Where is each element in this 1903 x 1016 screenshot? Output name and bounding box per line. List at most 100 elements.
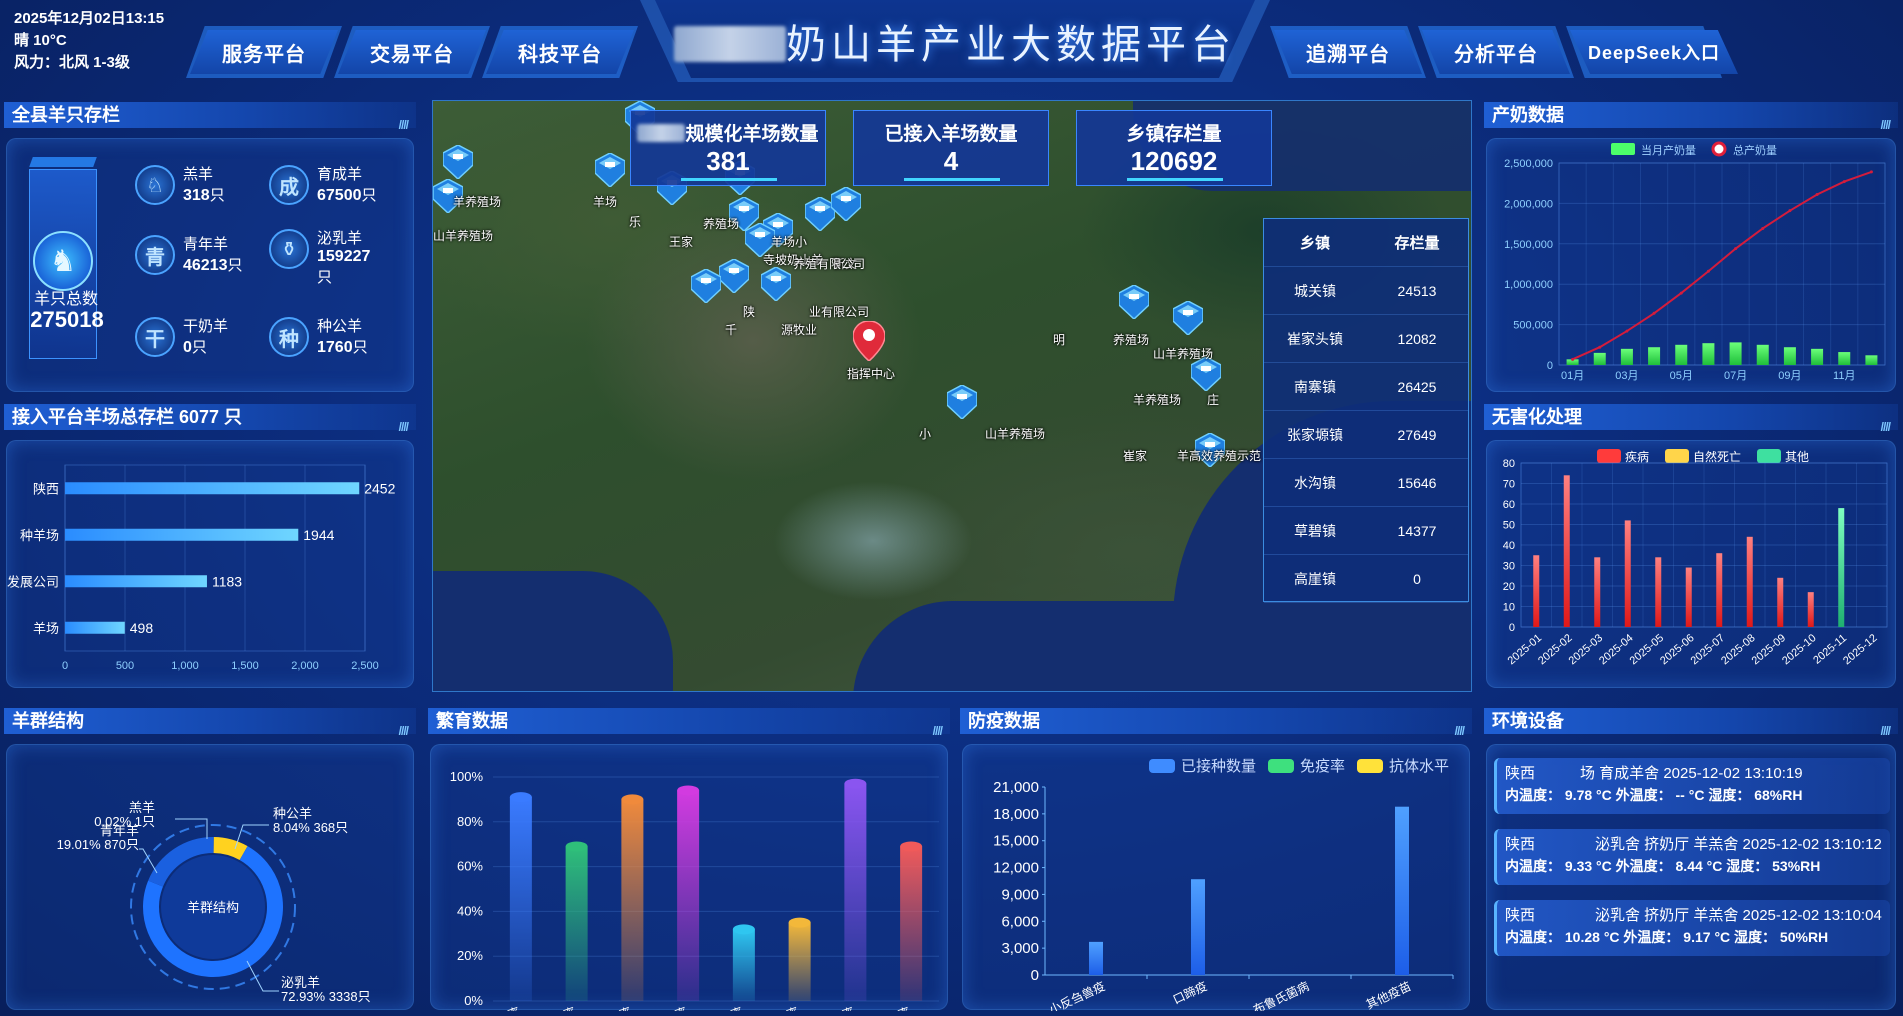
header-info: 2025年12月02日13:15 晴 10°C 风力：北风 1-3级 [14,8,164,74]
milk-total-point [1679,291,1683,295]
milk-total-point [1652,311,1656,315]
table-row[interactable]: 草碧镇 14377 [1264,507,1468,555]
x-category-label: 2025-12 [1841,632,1880,667]
env-device-card[interactable]: 陕西 泌乳舍 挤奶厅 羊羔舍 2025-12-02 13:10:12 内温度： … [1494,829,1890,885]
breeding-bar-cap [677,785,700,796]
breeding-bar [565,846,588,1001]
x-tick-label: 09月 [1778,370,1801,382]
pillar-top [29,157,97,167]
goat-icon: ♞ [33,231,93,291]
stat-label: 规模化羊场数量 [631,119,825,146]
table-cell: 崔家头镇 [1287,330,1343,347]
y-tick-label: 1,500,000 [1504,239,1553,251]
y-tick-label: 80% [457,814,483,829]
farm-bar-value: 2452 [364,480,395,496]
table-cell: 27649 [1397,426,1437,443]
stat-label: 已接入羊场数量 [884,124,1018,145]
stripes-icon: //// [1454,724,1465,738]
page-title-text: 奶山羊产业大数据平台 [786,23,1236,67]
table-row[interactable]: 南寨镇 26425 [1264,363,1468,411]
nav-tech-platform[interactable]: 科技平台 [486,30,634,74]
env-title: 环境设备 //// [1484,708,1898,738]
nav-service-platform[interactable]: 服务平台 [190,30,338,74]
farm-marker-label: 养殖场 [1113,333,1150,347]
milk-panel: 当月产奶量 总产奶量 0 500,000 1,000,000 1,500,000 2,000… [1486,138,1896,392]
stock-unit: 只 [352,339,368,356]
pie-slice-detail: 8.04% 368只 [273,820,348,835]
farm-marker-label: 崔家 [1123,449,1148,463]
sheep-stock-panel: ♞ 羊只总数 275018 ♘ 羔羊 318只 成 育成羊 67500只 青 青… [6,138,414,392]
env-device-card[interactable]: 陕西 泌乳舍 挤奶厅 羊羔舍 2025-12-02 13:10:04 内温度： … [1494,900,1890,956]
y-tick-label: 18,000 [993,806,1039,823]
command-center-pin-icon[interactable] [852,320,886,362]
legend-label: 自然死亡 [1693,449,1741,464]
legend-swatch [1149,759,1175,773]
town-stock-table: 乡镇 存栏量 城关镇 24513 崔家头镇 12082 南寨镇 26425 张家塬镇 27649 水… [1263,218,1469,603]
x-category-label: 率 [673,1004,689,1011]
breeding-title-text: 繁育数据 [436,711,508,731]
x-tick-label: 07月 [1724,370,1747,382]
farm-marker-label: 羊场小 [771,235,808,249]
farm-marker-icon[interactable] [690,268,722,305]
farm-marker-icon[interactable] [1190,356,1222,393]
epidemic-title: 防疫数据 //// [960,708,1472,738]
nav-analysis-platform[interactable]: 分析平台 [1422,30,1570,74]
epidemic-panel: 已接种数量 免疫率 抗体水平 0 3,000 6,000 9,000 12,000 15,000… [962,744,1470,1016]
lamb-icon: ♘ [135,165,175,205]
harmless-bar-chart: 疾病 自然死亡 其他010203040506070802025-012025-022… [1503,449,1888,667]
farm-marker-label: 陕 [743,305,756,319]
y-tick-label: 1,000,000 [1504,279,1553,291]
stock-value: 46213 [183,257,228,274]
milk-total-point [1625,329,1629,333]
farm-marker-icon[interactable] [718,258,750,295]
stat-underline [904,178,1000,181]
platform-farms-panel: 0 500 1,000 1,500 2,000 2,500 2452 陕西 1944 种羊场 118… [6,440,414,688]
table-row[interactable]: 高崖镇 0 [1264,555,1468,603]
farm-marker-label: 羊场 [593,195,618,209]
nav-deepseek-entry[interactable]: DeepSeek入口 [1570,30,1738,74]
milk-total-point [1869,170,1873,174]
epidemic-bar [1191,879,1205,975]
farm-marker-icon[interactable] [442,144,474,181]
table-row[interactable]: 水沟镇 15646 [1264,459,1468,507]
farm-marker-icon[interactable] [830,186,862,223]
env-device-card[interactable]: 陕西 场 育成羊舍 2025-12-02 13:10:19 内温度： 9.78 … [1494,758,1890,814]
sheep-stock-title: 全县羊只存栏 //// [4,102,416,132]
stock-unit: 只 [209,187,225,204]
grower-icon: 成 [269,165,309,205]
table-row[interactable]: 城关镇 24513 [1264,267,1468,315]
breeding-bar [844,783,867,1001]
nav-trace-platform[interactable]: 追溯平台 [1274,30,1422,74]
milk-month-bar [1675,344,1688,365]
flock-structure-panel: 羊群结构 羔羊 0.02% 1只 种公羊 8.04% 368只 青年羊 19.01% 870… [6,744,414,1010]
table-row[interactable]: 崔家头镇 12082 [1264,315,1468,363]
pie-slice-name: 羔羊 [129,800,155,815]
flock-structure-title-text: 羊群结构 [12,711,84,731]
x-tick-label: 1,500 [231,660,259,672]
y-tick-label: 12,000 [993,860,1039,877]
farm-marker-icon[interactable] [1172,300,1204,337]
y-tick-label: 500,000 [1513,320,1553,332]
milk-chart: 当月产奶量 总产奶量 0 500,000 1,000,000 1,500,000 2,000… [1504,141,1886,382]
stripes-icon: //// [1880,420,1891,434]
pie-leader-line [246,960,279,992]
milk-total-point [1815,193,1819,197]
farm-marker-icon[interactable] [594,152,626,189]
farm-marker-icon[interactable] [760,266,792,303]
breeding-bar-cap [621,794,644,805]
stat-value: 381 [706,146,750,176]
stock-value: 159227 [317,248,371,265]
table-row[interactable]: 张家塬镇 27649 [1264,411,1468,459]
stock-unit: 只 [361,187,377,204]
nav-trade-platform[interactable]: 交易平台 [338,30,486,74]
legend-swatch [1357,759,1383,773]
harmless-bar [1533,555,1540,627]
milk-month-bar [1593,352,1606,365]
farm-marker-icon[interactable] [1118,284,1150,321]
x-category-label: 率 [617,1004,633,1011]
farm-marker-icon[interactable] [946,384,978,421]
x-tick-label: 03月 [1615,370,1638,382]
legend-label: 抗体水平 [1389,758,1449,775]
y-tick-label: 3,000 [1001,940,1039,957]
y-tick-label: 50 [1503,520,1515,532]
